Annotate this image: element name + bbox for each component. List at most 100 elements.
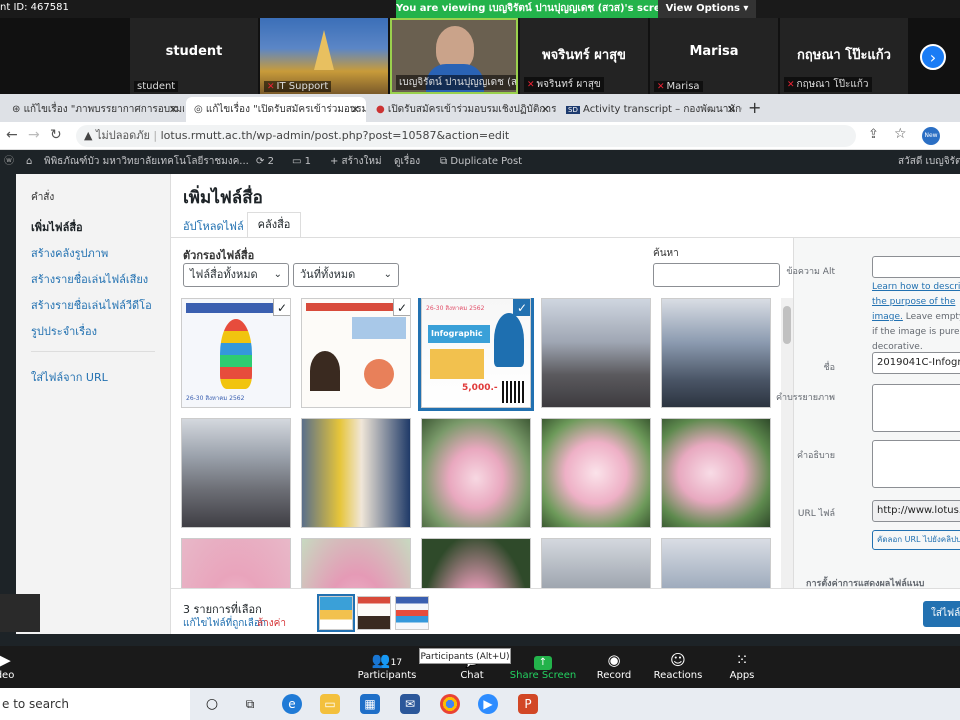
insert-into-post-button[interactable]: ใส่ไฟล์ bbox=[923, 601, 960, 627]
video-tile-active-speaker[interactable]: เบญจิรัตน์ ปานปุญญเดช (สวส) bbox=[390, 18, 518, 94]
cortana-icon[interactable]: ○ bbox=[202, 694, 222, 714]
menu-create-video-playlist[interactable]: สร้างรายชื่อเล่นไฟล์วีดีโอ bbox=[31, 296, 152, 314]
extension-icon[interactable]: New bbox=[922, 127, 940, 145]
participant-label: กฤษณา โป๊ะแก้ว bbox=[796, 79, 869, 90]
selection-thumbnail[interactable] bbox=[395, 596, 429, 630]
menu-create-gallery[interactable]: สร้างคลังรูปภาพ bbox=[31, 244, 108, 262]
menu-featured-image[interactable]: รูปประจำเรื่อง bbox=[31, 322, 97, 340]
attachment-thumbnail[interactable] bbox=[181, 538, 291, 588]
comments-icon[interactable]: ▭ 1 bbox=[292, 150, 311, 174]
lotus-photo bbox=[422, 419, 530, 527]
menu-insert-media[interactable]: เพิ่มไฟล์สื่อ bbox=[31, 218, 83, 236]
next-page-arrow-icon[interactable]: › bbox=[920, 44, 946, 70]
attachment-thumbnail[interactable] bbox=[541, 418, 651, 528]
participants-button[interactable]: 👥17 Participants bbox=[352, 650, 422, 681]
edge-icon[interactable]: e bbox=[282, 694, 302, 714]
classroom-photo bbox=[662, 539, 770, 588]
caption-textarea[interactable] bbox=[872, 384, 960, 432]
menu-separator bbox=[31, 351, 155, 352]
view-post-link[interactable]: ดูเรื่อง bbox=[394, 150, 420, 174]
video-tile[interactable]: Marisa ✕ Marisa bbox=[650, 18, 778, 94]
selection-thumbnail[interactable] bbox=[317, 594, 355, 632]
duplicate-post-link[interactable]: ⧉ Duplicate Post bbox=[440, 150, 522, 174]
attachment-thumbnail[interactable] bbox=[421, 538, 531, 588]
video-button[interactable]: ▶deo bbox=[0, 650, 40, 681]
tab-upload-files[interactable]: อัปโหลดไฟล์ bbox=[183, 216, 244, 238]
video-tile[interactable]: กฤษณา โป๊ะแก้ว ✕ กฤษณา โป๊ะแก้ว bbox=[780, 18, 908, 94]
new-tab-icon[interactable]: + bbox=[748, 98, 761, 117]
share-icon[interactable]: ⇪ bbox=[868, 127, 879, 142]
mail-icon[interactable]: ✉ bbox=[400, 694, 420, 714]
alt-text-input[interactable] bbox=[872, 256, 960, 278]
file-url-input[interactable]: http://www.lotus.rmutt bbox=[872, 500, 960, 522]
powerpoint-icon[interactable]: P bbox=[518, 694, 538, 714]
browser-tab[interactable]: SD Activity transcript – กองพัฒนานักศึ ✕ bbox=[558, 97, 742, 122]
date-filter[interactable]: วันที่ทั้งหมด ⌄ bbox=[293, 263, 399, 287]
tab-title: แก้ไขเรื่อง "เปิดรับสมัครเข้าร่วมอบรมเ bbox=[205, 104, 366, 115]
lotus-icon: ● bbox=[376, 104, 388, 115]
close-tab-icon[interactable]: ✕ bbox=[727, 97, 736, 122]
browser-tab-active[interactable]: ◎ แก้ไขเรื่อง "เปิดรับสมัครเข้าร่วมอบรมเ… bbox=[186, 97, 366, 122]
account-greeting[interactable]: สวัสดี เบญจิรัต bbox=[898, 150, 960, 174]
attachment-thumbnail[interactable] bbox=[541, 298, 651, 408]
wordpress-logo-icon[interactable]: ⓦ bbox=[4, 150, 14, 174]
attachment-thumbnail[interactable] bbox=[181, 418, 291, 528]
store-icon[interactable]: ▦ bbox=[360, 694, 380, 714]
site-name[interactable]: พิพิธภัณฑ์บัว มหาวิทยาลัยเทคโนโลยีราชมงค… bbox=[44, 150, 249, 174]
checkmark-icon[interactable]: ✓ bbox=[393, 299, 410, 316]
attachment-thumbnail[interactable] bbox=[661, 298, 771, 408]
task-view-icon[interactable]: ⧉ bbox=[240, 694, 260, 714]
attachment-thumbnail[interactable]: ✓ bbox=[299, 298, 413, 410]
video-tile[interactable]: ✕ IT Support bbox=[260, 18, 388, 94]
menu-create-audio-playlist[interactable]: สร้างรายชื่อเล่นไฟล์เสียง bbox=[31, 270, 148, 288]
apps-button[interactable]: ⁙ Apps bbox=[707, 650, 777, 681]
copy-url-button[interactable]: คัดลอก URL ไปยังคลิปบอร์ด bbox=[872, 530, 960, 550]
video-tile[interactable]: student student bbox=[130, 18, 258, 94]
view-options-button[interactable]: View Options ▾ bbox=[658, 0, 756, 18]
attachment-thumbnail[interactable] bbox=[421, 418, 531, 528]
file-explorer-icon[interactable]: ▭ bbox=[320, 694, 340, 714]
browser-tab[interactable]: ⊛ แก้ไขเรื่อง "ภาพบรรยากาศการอบรมเ ✕ bbox=[4, 97, 184, 122]
media-type-filter[interactable]: ไฟล์สื่อทั้งหมด ⌄ bbox=[183, 263, 289, 287]
updates-icon[interactable]: ⟳ 2 bbox=[256, 150, 274, 174]
reload-icon[interactable]: ↻ bbox=[50, 127, 62, 143]
home-icon[interactable]: ⌂ bbox=[26, 150, 32, 174]
grid-scrollbar[interactable] bbox=[781, 298, 793, 588]
selection-thumbnail[interactable] bbox=[357, 596, 391, 630]
close-tab-icon[interactable]: ✕ bbox=[169, 97, 178, 122]
search-input[interactable] bbox=[653, 263, 780, 287]
windows-search-box[interactable]: e to search bbox=[0, 688, 190, 720]
attachment-thumbnail[interactable] bbox=[661, 538, 771, 588]
attachment-thumbnail[interactable]: 26-30 สิงหาคม 2562 ✓ bbox=[181, 298, 293, 410]
browser-tab[interactable]: ● เปิดรับสมัครเข้าร่วมอบรมเชิงปฏิบัติการ… bbox=[368, 97, 556, 122]
video-tile[interactable]: พจรินทร์ ผาสุข ✕ พจรินทร์ ผาสุข bbox=[520, 18, 648, 94]
new-content-link[interactable]: + สร้างใหม่ bbox=[330, 150, 382, 174]
tab-media-library[interactable]: คลังสื่อ bbox=[247, 212, 301, 238]
description-textarea[interactable] bbox=[872, 440, 960, 488]
title-input[interactable]: 2019041C-Infographic bbox=[872, 352, 960, 374]
attachment-thumbnail[interactable] bbox=[301, 418, 411, 528]
attachment-thumbnail[interactable] bbox=[661, 418, 771, 528]
checkmark-icon[interactable]: ✓ bbox=[513, 299, 530, 316]
bookmark-star-icon[interactable]: ☆ bbox=[894, 126, 907, 142]
record-button[interactable]: ◉ Record bbox=[579, 650, 649, 681]
zoom-icon[interactable]: ▶ bbox=[478, 694, 498, 714]
chrome-icon[interactable] bbox=[440, 694, 460, 714]
close-tab-icon[interactable]: ✕ bbox=[541, 97, 550, 122]
close-tab-icon[interactable]: ✕ bbox=[351, 97, 360, 122]
attachment-thumbnail[interactable] bbox=[301, 538, 411, 588]
attachment-thumbnail-selected[interactable]: 26-30 สิงหาคม 2562 Infographic 5,000.- ✓ bbox=[418, 298, 534, 411]
checkmark-icon[interactable]: ✓ bbox=[273, 299, 290, 316]
mic-muted-icon: ✕ bbox=[787, 80, 795, 90]
url-field[interactable]: ▲ ไม่ปลอดภัย | lotus.rmutt.ac.th/wp-admi… bbox=[76, 125, 856, 147]
edit-selection-link[interactable]: แก้ไขไฟล์ที่ถูกเลือก bbox=[183, 616, 266, 631]
attachment-thumbnail[interactable] bbox=[541, 538, 651, 588]
back-icon[interactable]: ← bbox=[6, 127, 18, 143]
scrollbar-thumb[interactable] bbox=[783, 306, 791, 344]
participants-count: 17 bbox=[390, 658, 403, 668]
forward-icon[interactable]: → bbox=[28, 127, 40, 143]
clear-selection-link[interactable]: ล้างค่า bbox=[257, 616, 286, 631]
reactions-button[interactable]: ☺ Reactions bbox=[643, 650, 713, 681]
menu-insert-from-url[interactable]: ใส่ไฟล์จาก URL bbox=[31, 368, 108, 386]
share-screen-button[interactable]: ↑ Share Screen bbox=[508, 650, 578, 681]
